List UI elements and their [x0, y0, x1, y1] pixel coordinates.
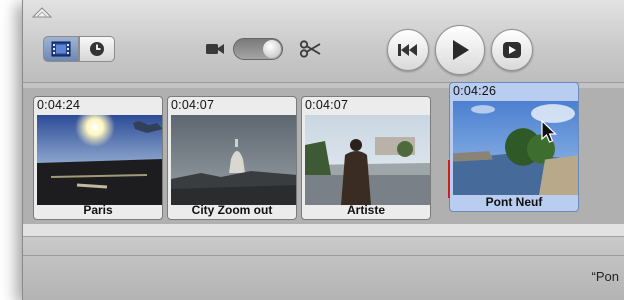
clip-title: Paris — [83, 203, 113, 217]
lower-panel: “Pon — [23, 236, 624, 300]
clip-duration: 0:04:07 — [305, 98, 349, 112]
toolbar — [23, 0, 624, 83]
clip-paris[interactable]: 0:04:24 Paris — [33, 96, 163, 220]
imovie-window: 0:04:24 Paris 0:04:07 City Zoom out 0:04… — [22, 0, 624, 300]
play-button[interactable] — [435, 25, 485, 75]
clip-thumbnail — [305, 115, 430, 205]
shelf-bottom-strip — [23, 224, 624, 236]
clip-artiste[interactable]: 0:04:07 Artiste — [301, 96, 431, 220]
clip-thumbnail — [453, 101, 578, 195]
clip-duration: 0:04:26 — [453, 84, 497, 98]
clip-duration: 0:04:24 — [37, 98, 81, 112]
clip-title: City Zoom out — [191, 203, 273, 217]
clip-view-button[interactable] — [43, 36, 79, 62]
clip-title: Pont Neuf — [485, 195, 543, 209]
clip-city-zoom-out[interactable]: 0:04:07 City Zoom out — [167, 96, 297, 220]
clip-thumbnail — [37, 115, 162, 205]
mode-switch[interactable] — [233, 38, 283, 60]
clip-pont-neuf[interactable]: 0:04:26 Pont Neuf — [449, 82, 579, 212]
camera-icon[interactable] — [205, 42, 225, 56]
clip-shelf: 0:04:24 Paris 0:04:07 City Zoom out 0:04… — [23, 82, 624, 236]
fullscreen-play-icon — [503, 42, 521, 58]
view-toggle — [43, 36, 115, 62]
mode-switch-knob[interactable] — [263, 40, 281, 58]
clip-duration: 0:04:07 — [171, 98, 215, 112]
filmstrip-icon — [51, 41, 71, 57]
status-text: “Pon — [591, 269, 619, 284]
scissors-icon[interactable] — [299, 40, 321, 58]
clock-icon — [90, 42, 104, 56]
play-icon — [453, 40, 469, 60]
timeline-view-button[interactable] — [79, 36, 115, 62]
divider — [23, 255, 624, 256]
playhead[interactable] — [448, 160, 450, 198]
mouse-cursor-icon — [541, 120, 557, 143]
rewind-button[interactable] — [387, 29, 429, 71]
fullscreen-play-button[interactable] — [491, 29, 533, 71]
clip-title: Artiste — [346, 203, 385, 217]
resize-grip-icon[interactable] — [31, 6, 53, 18]
rewind-icon — [398, 44, 417, 56]
clip-thumbnail — [171, 115, 296, 205]
